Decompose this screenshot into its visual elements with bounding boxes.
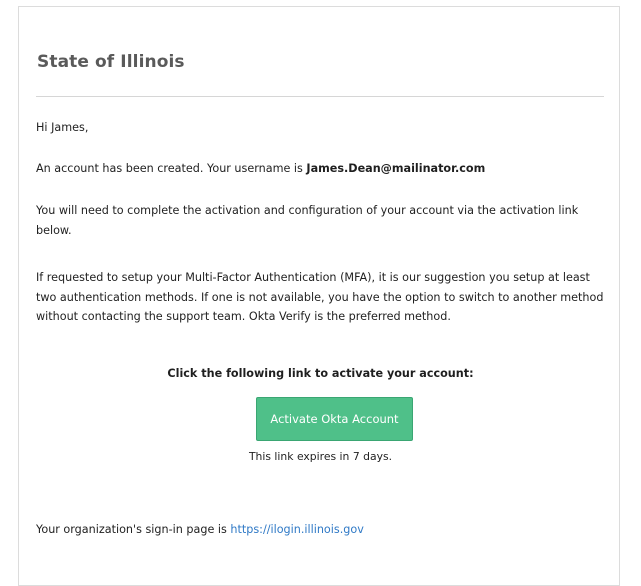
activation-paragraph: You will need to complete the activation… <box>36 204 579 237</box>
cta-heading: Click the following link to activate you… <box>167 367 474 380</box>
email-title: State of Illinois <box>37 52 185 72</box>
signin-text: Your organization's sign-in page is <box>36 523 231 536</box>
username-text: James.Dean@mailinator.com <box>306 162 486 175</box>
title-divider <box>36 96 604 97</box>
signin-paragraph: Your organization's sign-in page is http… <box>36 520 364 540</box>
greeting-text: Hi James, <box>36 121 89 134</box>
mfa-paragraph: If requested to setup your Multi-Factor … <box>36 271 604 323</box>
signin-link[interactable]: https://ilogin.illinois.gov <box>230 523 363 536</box>
account-created-paragraph: An account has been created. Your userna… <box>36 159 485 179</box>
account-created-text: An account has been created. Your userna… <box>36 162 307 175</box>
activate-okta-account-button[interactable]: Activate Okta Account <box>256 397 413 441</box>
expiry-text: This link expires in 7 days. <box>248 450 393 463</box>
